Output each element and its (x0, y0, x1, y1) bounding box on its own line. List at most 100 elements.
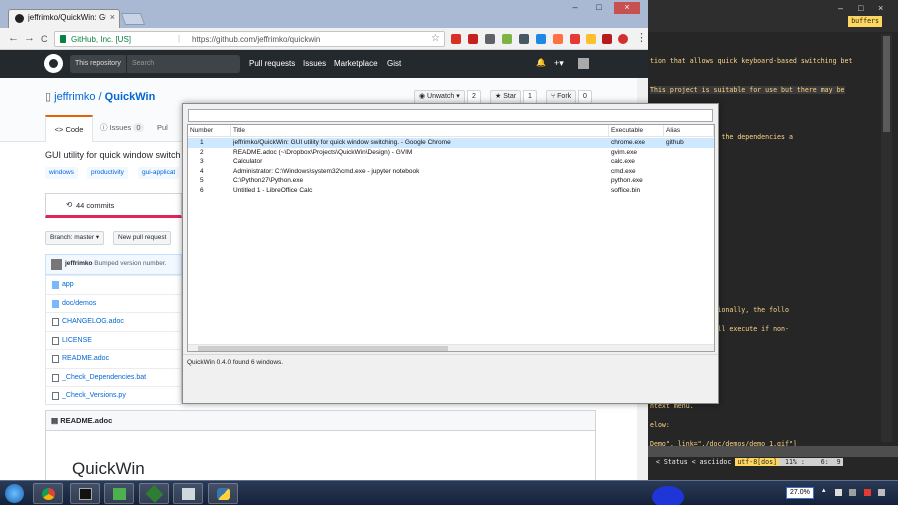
minimize-button[interactable]: – (566, 2, 584, 14)
tab-pull-requests[interactable]: Pul (157, 115, 168, 142)
vim-text-line[interactable]: elow: (650, 421, 670, 429)
url-text[interactable]: https://github.com/jeffrimko/quickwin (192, 35, 320, 44)
search-input[interactable]: Search (132, 55, 154, 73)
taskbar-calculator[interactable] (173, 483, 203, 504)
new-tab-button[interactable] (120, 13, 146, 25)
star-count[interactable]: 1 (523, 90, 537, 104)
new-pull-request-button[interactable]: New pull request (113, 231, 172, 245)
taskbar-calc-sheet[interactable] (104, 483, 134, 504)
column-title[interactable]: Title (231, 125, 609, 137)
repo-name-link[interactable]: QuickWin (105, 91, 156, 103)
extension-stop-icon[interactable] (618, 34, 628, 44)
tray-volume-icon[interactable] (878, 489, 885, 496)
extension-screen-icon[interactable] (519, 34, 529, 44)
commits-count[interactable]: 44 commits (76, 201, 114, 210)
nav-pull-requests[interactable]: Pull requests (249, 50, 295, 78)
extension-blue-icon[interactable] (536, 34, 546, 44)
scrollbar-thumb[interactable] (198, 346, 448, 351)
extension-text-icon[interactable] (485, 34, 495, 44)
ev-certificate-label[interactable]: GitHub, Inc. [US] (71, 35, 131, 44)
start-button[interactable] (5, 484, 24, 503)
forward-icon[interactable]: → (24, 32, 35, 44)
file-name[interactable]: _Check_Dependencies.bat (62, 369, 146, 387)
file-name[interactable]: CHANGELOG.adoc (62, 313, 124, 331)
repo-owner-link[interactable]: jeffrimko (54, 91, 95, 103)
vim-text-line[interactable]: tion that allows quick keyboard-based sw… (650, 57, 852, 65)
file-name[interactable]: README.adoc (62, 350, 109, 368)
close-button[interactable]: × (878, 3, 883, 13)
vim-text-line[interactable]: This project is suitable for use but the… (650, 86, 845, 94)
column-executable[interactable]: Executable (609, 125, 664, 137)
tab-close-icon[interactable]: × (110, 12, 115, 22)
topic-tag[interactable]: productivity (87, 167, 128, 179)
github-logo-icon[interactable] (44, 54, 63, 73)
tab-code[interactable]: <> Code (45, 115, 93, 142)
window-row[interactable]: 2 README.adoc (~\Dropbox\Projects\QuickWi… (188, 148, 714, 158)
file-row[interactable]: _Check_Versions.py (46, 386, 183, 404)
horizontal-scrollbar[interactable] (188, 344, 714, 351)
scrollbar-thumb[interactable] (883, 36, 890, 132)
user-avatar[interactable] (578, 58, 589, 69)
extension-android-icon[interactable] (502, 34, 512, 44)
file-row[interactable]: doc/demos (46, 293, 183, 313)
back-icon[interactable]: ← (8, 32, 19, 44)
browser-tab[interactable]: jeffrimko/QuickWin: GUI × (8, 9, 120, 28)
topic-tag[interactable]: gui-applicat (138, 167, 180, 179)
file-row[interactable]: CHANGELOG.adoc (46, 312, 183, 330)
tray-arrow-icon[interactable]: ▴ (822, 486, 829, 494)
tray-percent-badge[interactable]: 27.0% (786, 487, 814, 499)
github-search[interactable]: This repository Search (70, 55, 240, 73)
window-row[interactable]: 4 Administrator: C:\Windows\system32\cmd.… (188, 167, 714, 177)
star-button[interactable]: ★ Star (490, 90, 522, 104)
window-row[interactable]: 3 Calculator calc.exe (188, 157, 714, 167)
window-list[interactable]: Number Title Executable Alias 1 jeffrimko… (187, 124, 715, 352)
taskbar-python[interactable] (208, 483, 238, 504)
maximize-button[interactable]: □ (590, 2, 608, 14)
tray-flag-icon[interactable] (864, 489, 871, 496)
file-row[interactable]: README.adoc (46, 349, 183, 367)
taskbar-chrome[interactable] (33, 483, 63, 504)
vim-scrollbar[interactable] (881, 34, 892, 442)
column-alias[interactable]: Alias (664, 125, 714, 137)
reload-icon[interactable]: C (41, 34, 48, 44)
file-row[interactable]: _Check_Dependencies.bat (46, 367, 183, 387)
branch-select[interactable]: Branch: master ▾ (45, 231, 105, 245)
taskbar-cmd[interactable] (70, 483, 100, 504)
minimize-button[interactable]: – (838, 3, 843, 13)
extension-red-icon[interactable] (602, 34, 612, 44)
topic-tag[interactable]: windows (45, 167, 78, 179)
extension-record-icon[interactable] (570, 34, 580, 44)
maximize-button[interactable]: □ (858, 3, 863, 13)
address-bar[interactable]: GitHub, Inc. [US] | https://github.com/j… (54, 31, 445, 47)
tray-network-icon[interactable] (849, 489, 856, 496)
fork-count[interactable]: 0 (578, 90, 592, 104)
file-name[interactable]: _Check_Versions.py (62, 387, 126, 405)
window-row[interactable]: 5 C:\Python27\Python.exe python.exe (188, 176, 714, 186)
quickwin-dialog[interactable]: Number Title Executable Alias 1 jeffrimko… (182, 103, 719, 404)
column-number[interactable]: Number (188, 125, 231, 137)
new-menu-icon[interactable]: +▾ (554, 58, 564, 69)
chrome-menu-icon[interactable]: ⋮ (636, 31, 647, 44)
file-name[interactable]: app (62, 276, 74, 294)
buffers-tab[interactable]: buffers (848, 16, 882, 27)
nav-marketplace[interactable]: Marketplace (334, 50, 378, 78)
nav-gist[interactable]: Gist (387, 50, 401, 78)
watch-count[interactable]: 2 (467, 90, 481, 104)
tray-app-icon[interactable] (835, 489, 842, 496)
extension-yellow-icon[interactable] (586, 34, 596, 44)
file-row[interactable]: app (46, 275, 183, 293)
nav-issues[interactable]: Issues (303, 50, 326, 78)
extension-orange-icon[interactable] (553, 34, 563, 44)
file-row[interactable]: LICENSE (46, 330, 183, 349)
fork-button[interactable]: ⑂ Fork (546, 90, 577, 104)
commit-author[interactable]: jeffrimko (65, 260, 92, 267)
notifications-bell-icon[interactable]: 🔔 (536, 58, 546, 67)
tab-issues[interactable]: ⓘ Issues 0 (100, 115, 144, 142)
author-avatar[interactable] (51, 259, 62, 270)
window-row[interactable]: 1 jeffrimko/QuickWin: GUI utility for qui… (188, 138, 714, 148)
unwatch-button[interactable]: ◉ Unwatch ▾ (414, 90, 465, 104)
commit-message[interactable]: Bumped version number. (94, 260, 166, 267)
taskbar-gvim[interactable] (139, 483, 169, 504)
bookmark-star-icon[interactable]: ☆ (431, 33, 440, 44)
file-name[interactable]: doc/demos (62, 295, 96, 313)
